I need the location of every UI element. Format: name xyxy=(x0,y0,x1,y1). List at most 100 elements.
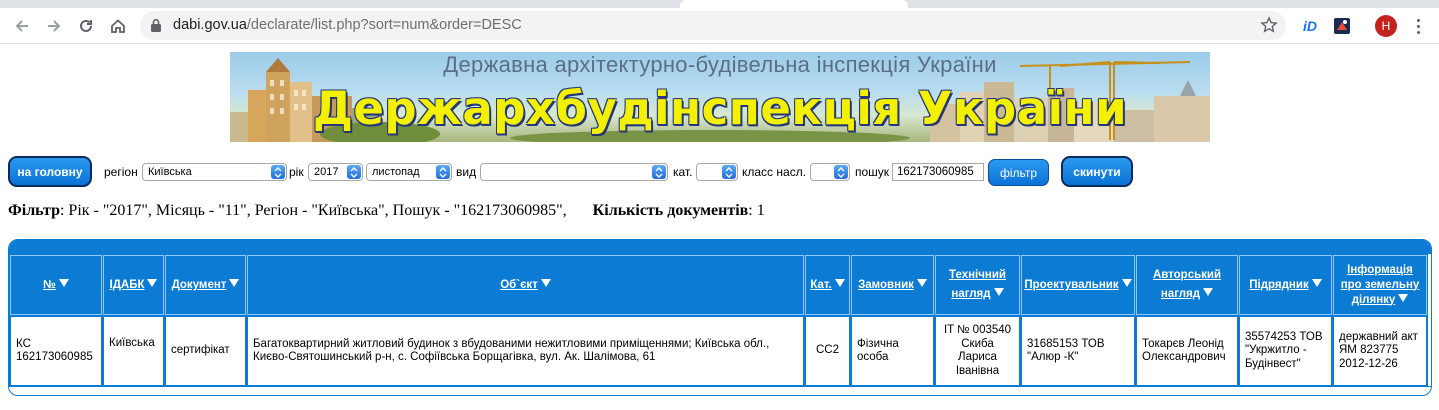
home-button[interactable] xyxy=(104,12,132,40)
column-header-label: № xyxy=(43,279,56,291)
column-header-label: Об`єкт xyxy=(500,279,538,291)
filter-summary: Фільтр: Рік - "2017", Місяць - "11", Рег… xyxy=(8,202,765,220)
reload-button[interactable] xyxy=(72,12,100,40)
column-header-label: ІДАБК xyxy=(109,279,145,291)
column-header-land-info[interactable]: Інформація про земельну ділянку xyxy=(1333,255,1427,315)
star-icon[interactable] xyxy=(1260,16,1278,34)
tab-strip xyxy=(0,0,1439,8)
back-button[interactable] xyxy=(8,12,36,40)
sort-triangle-icon xyxy=(229,279,240,287)
sort-triangle-icon xyxy=(58,279,69,287)
class-select[interactable] xyxy=(810,163,850,181)
select-arrows-icon xyxy=(271,165,285,179)
cell-document: сертифікат xyxy=(165,316,246,386)
table-header-row: № ІДАБК Документ Об`єкт Кат. Замовник Те… xyxy=(10,255,1427,315)
profile-avatar[interactable]: H xyxy=(1375,15,1397,37)
forward-button[interactable] xyxy=(40,12,68,40)
table-top-bar xyxy=(9,240,1431,254)
search-input-value: 162173060985 xyxy=(897,166,974,178)
column-header-label: Проектувальник xyxy=(1024,279,1119,291)
year-label: рік xyxy=(289,165,304,179)
arrow-left-icon xyxy=(15,20,28,32)
filter-summary-label: Фільтр xyxy=(8,202,60,219)
cell-tech-supervision: IT № 003540 Скиба Лариса Іванівна xyxy=(935,316,1020,386)
home-page-button-label: на головну xyxy=(17,164,83,179)
site-banner: Державна архітектурно-будівельна інспекц… xyxy=(230,52,1210,142)
month-select[interactable]: листопад xyxy=(366,163,452,181)
browser-menu-icon[interactable] xyxy=(1410,16,1426,36)
url-host: dabi.gov.ua xyxy=(173,17,247,33)
select-arrows-icon xyxy=(652,165,666,179)
type-select[interactable] xyxy=(480,163,668,181)
extension-id-icon[interactable]: iD xyxy=(1300,16,1320,36)
document-count-value: : 1 xyxy=(748,202,765,219)
category-select[interactable] xyxy=(696,163,738,181)
filter-summary-text: : Рік - "2017", Місяць - "11", Регіон - … xyxy=(59,202,567,219)
reset-button-label: скинути xyxy=(1073,164,1121,179)
url-path: /declarate/list.php?sort=num&order=DESC xyxy=(246,17,522,33)
browser-toolbar: dabi.gov.ua/declarate/list.php?sort=num&… xyxy=(0,8,1439,44)
filter-bar: на головну регіон Київська рік 2017 лист… xyxy=(0,155,1439,189)
extension-id-label: iD xyxy=(1303,18,1317,34)
class-label: класс насл. xyxy=(742,165,807,179)
column-header-label: Документ xyxy=(171,279,227,291)
cell-object: Багатоквартирний житловий будинок з вбуд… xyxy=(247,316,804,386)
column-header-label: Кат. xyxy=(810,279,832,291)
category-label: кат. xyxy=(673,165,693,179)
column-header-category[interactable]: Кат. xyxy=(805,255,850,315)
banner-subtitle: Державна архітектурно-будівельна інспекц… xyxy=(443,52,997,77)
document-count-label: Кількість документів xyxy=(592,202,749,219)
cell-land-info: державний акт ЯМ 823775 2012-12-26 xyxy=(1333,316,1427,386)
sort-triangle-icon xyxy=(147,279,158,287)
results-grid: № ІДАБК Документ Об`єкт Кат. Замовник Те… xyxy=(9,254,1428,387)
year-select-value: 2017 xyxy=(314,166,339,178)
region-select-value: Київська xyxy=(148,166,192,178)
lock-icon xyxy=(151,18,161,32)
column-header-object[interactable]: Об`єкт xyxy=(247,255,804,315)
cell-designer: 31685153 ТОВ "Алюр -К" xyxy=(1021,316,1135,386)
column-header-tech-supervision[interactable]: Технічний нагляд xyxy=(935,255,1020,315)
search-input[interactable]: 162173060985 xyxy=(892,163,984,181)
home-icon xyxy=(111,19,125,33)
cell-author-supervision: Токарєв Леонід Олександрович xyxy=(1136,316,1238,386)
column-header-idabk[interactable]: ІДАБК xyxy=(103,255,164,315)
table-row: КС 162173060985 Київська сертифікат Бага… xyxy=(10,316,1427,386)
sort-triangle-icon xyxy=(1203,288,1214,296)
cell-category: СС2 xyxy=(805,316,850,386)
sort-triangle-icon xyxy=(834,279,845,287)
select-arrows-icon xyxy=(722,165,736,179)
select-arrows-icon xyxy=(834,165,848,179)
home-page-button[interactable]: на головну xyxy=(8,156,92,187)
cell-idabk: Київська xyxy=(103,316,164,386)
cell-num: КС 162173060985 xyxy=(10,316,102,386)
column-header-contractor[interactable]: Підрядник xyxy=(1239,255,1332,315)
banner-title: Держархбудінспекція України xyxy=(312,82,1128,135)
column-header-label: Підрядник xyxy=(1249,279,1309,291)
arrow-right-icon xyxy=(48,20,61,32)
sort-triangle-icon xyxy=(540,279,551,287)
region-select[interactable]: Київська xyxy=(142,163,287,181)
select-arrows-icon xyxy=(347,165,361,179)
sort-triangle-icon xyxy=(1398,293,1409,302)
column-header-designer[interactable]: Проектувальник xyxy=(1021,255,1135,315)
column-header-num[interactable]: № xyxy=(10,255,102,315)
filter-button[interactable]: фільтр xyxy=(988,159,1049,186)
filter-button-label: фільтр xyxy=(999,165,1038,180)
region-label: регіон xyxy=(104,165,138,179)
extension-icon xyxy=(1334,18,1350,34)
type-label: вид xyxy=(456,165,477,179)
column-header-author-supervision[interactable]: Авторський нагляд xyxy=(1136,255,1238,315)
column-header-customer[interactable]: Замовник xyxy=(851,255,934,315)
active-tab[interactable] xyxy=(680,0,908,8)
column-header-label: Замовник xyxy=(858,279,914,291)
reload-icon xyxy=(80,19,92,32)
extension-puzzle-icon[interactable] xyxy=(1332,16,1352,36)
address-bar[interactable]: dabi.gov.ua/declarate/list.php?sort=num&… xyxy=(140,11,1286,40)
select-arrows-icon xyxy=(436,165,450,179)
avatar-letter: H xyxy=(1381,19,1391,33)
column-header-document[interactable]: Документ xyxy=(165,255,246,315)
results-table: № ІДАБК Документ Об`єкт Кат. Замовник Те… xyxy=(8,239,1432,396)
year-select[interactable]: 2017 xyxy=(308,163,363,181)
reset-button[interactable]: скинути xyxy=(1061,156,1133,187)
sort-triangle-icon xyxy=(1311,279,1322,287)
